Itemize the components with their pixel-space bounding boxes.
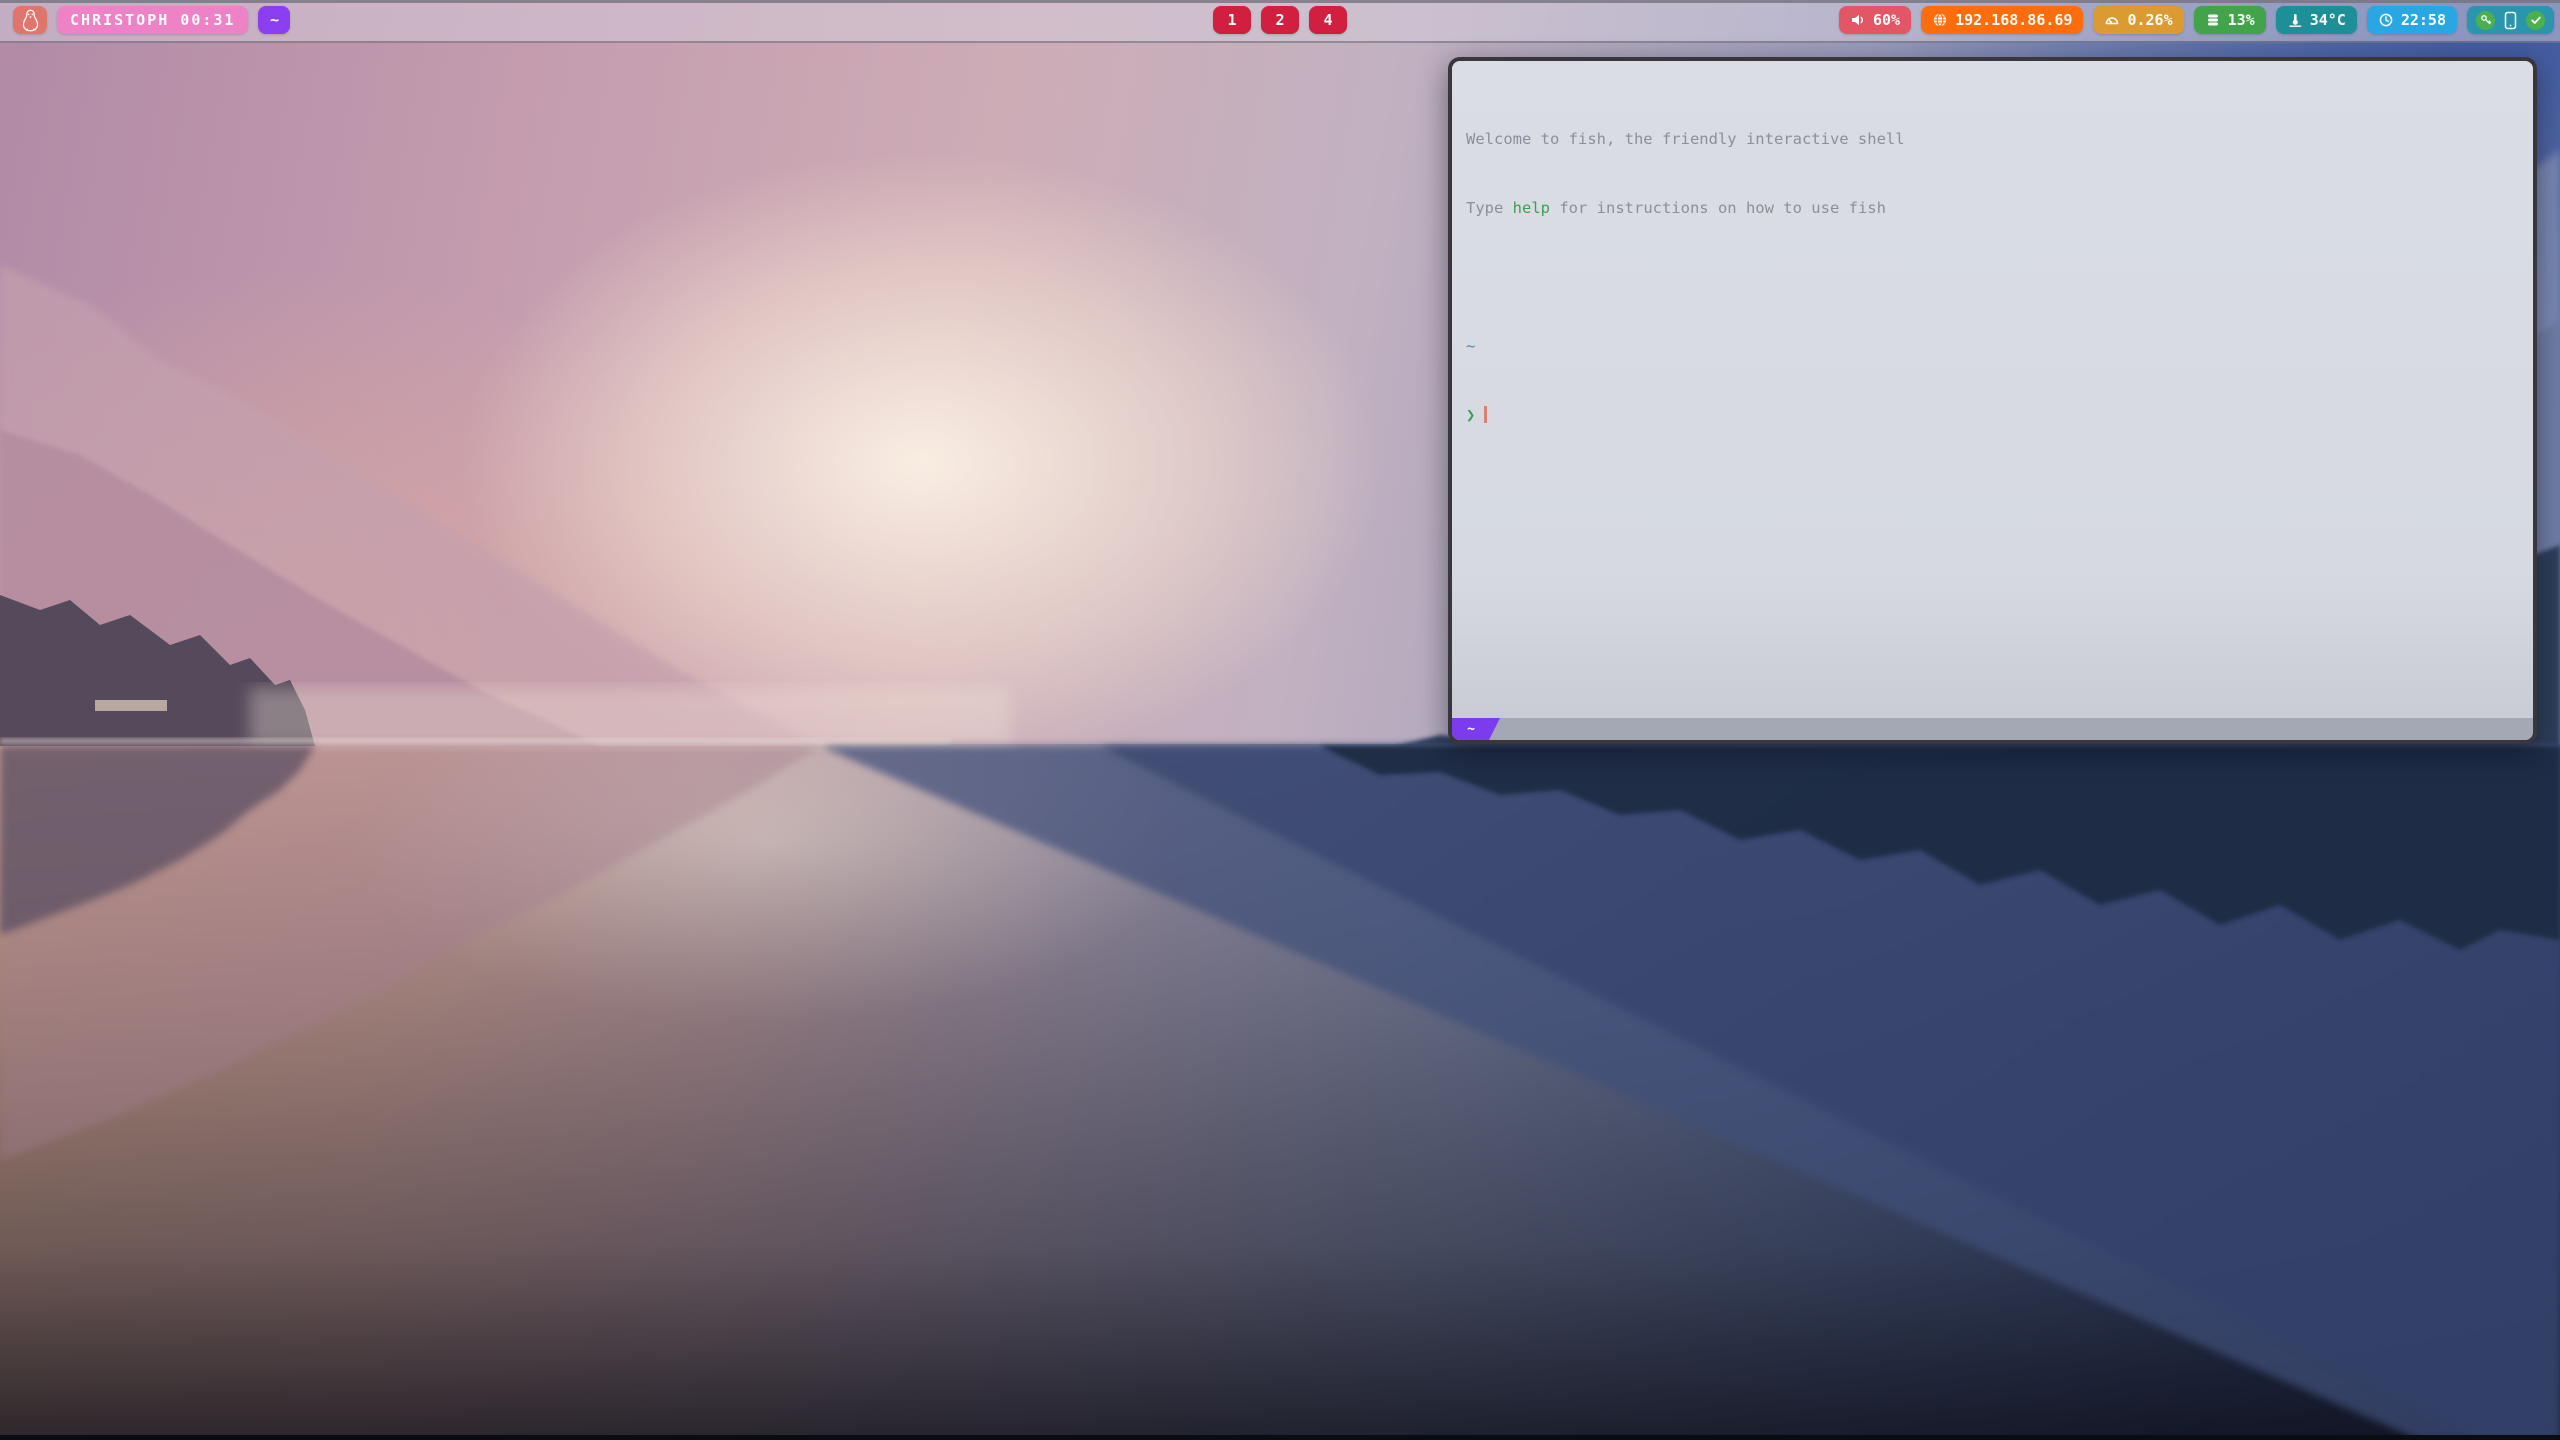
- terminal-tab-active[interactable]: ~: [1452, 718, 1500, 740]
- updates-ok-tray-item[interactable]: [2526, 11, 2545, 30]
- horizon-mist: [250, 688, 1010, 746]
- fish-greeting-line1: Welcome to fish, the friendly interactiv…: [1466, 128, 2519, 151]
- status-pills: 60% 192.168.86.69 0.26%: [1839, 6, 2554, 34]
- tux-penguin-icon: [21, 9, 40, 32]
- terminal-tab-label: ~: [1467, 722, 1475, 737]
- clock-icon: [2378, 12, 2394, 28]
- workspace-button-2[interactable]: 2: [1261, 6, 1299, 34]
- gauge-icon: [2104, 12, 2120, 28]
- greeting-text: Type: [1466, 199, 1513, 217]
- volume-pill[interactable]: 60%: [1839, 6, 1911, 34]
- workspace-label: 1: [1227, 11, 1236, 29]
- disk-pill[interactable]: 13%: [2194, 6, 2266, 34]
- terminal-content[interactable]: Welcome to fish, the friendly interactiv…: [1452, 61, 2533, 718]
- workspace-switcher: 1 2 4: [1213, 6, 1347, 34]
- disk-usage-value: 13%: [2228, 11, 2255, 29]
- desktop: CHRISTOPH 00:31 ~ 1 2 4 60%: [0, 0, 2560, 1440]
- prompt-path: ~: [1466, 335, 2519, 358]
- system-tray: [2467, 6, 2554, 34]
- ip-address: 192.168.86.69: [1955, 11, 2072, 29]
- prompt-line: ❯: [1466, 404, 2519, 427]
- launcher-button[interactable]: [13, 6, 47, 34]
- check-icon: [2530, 14, 2542, 26]
- phone-icon[interactable]: [2504, 11, 2517, 30]
- screen-edge-bottom: [0, 1435, 2560, 1440]
- layout-badge[interactable]: ~: [258, 6, 290, 34]
- prompt-symbol: ❯: [1466, 406, 1475, 424]
- key-icon: [2480, 14, 2492, 26]
- cpu-load-value: 0.26%: [2127, 11, 2172, 29]
- clock-pill[interactable]: 22:58: [2367, 6, 2457, 34]
- terminal-cursor: [1484, 406, 1487, 423]
- waterline-highlight: [0, 738, 950, 745]
- layout-label: ~: [270, 11, 279, 29]
- workspace-button-1[interactable]: 1: [1213, 6, 1251, 34]
- fish-greeting-line2: Type help for instructions on how to use…: [1466, 197, 2519, 220]
- terminal-window[interactable]: Welcome to fish, the friendly interactiv…: [1448, 57, 2537, 744]
- volume-value: 60%: [1873, 11, 1900, 29]
- workspace-label: 4: [1323, 11, 1332, 29]
- temperature-value: 34°C: [2310, 11, 2346, 29]
- speaker-icon: [1850, 12, 1866, 28]
- blank-line: [1466, 266, 2519, 289]
- temperature-pill[interactable]: 34°C: [2276, 6, 2357, 34]
- greeting-text: for instructions on how to use fish: [1550, 199, 1886, 217]
- top-bar: CHRISTOPH 00:31 ~ 1 2 4 60%: [0, 0, 2560, 43]
- bar-left-group: CHRISTOPH 00:31 ~: [13, 6, 290, 34]
- host-uptime-label: CHRISTOPH 00:31: [70, 11, 235, 29]
- keyring-tray-item[interactable]: [2476, 11, 2495, 30]
- workspace-label: 2: [1275, 11, 1284, 29]
- lakeside-dock: [95, 700, 167, 711]
- thermometer-icon: [2287, 12, 2303, 28]
- cpu-load-pill[interactable]: 0.26%: [2093, 6, 2183, 34]
- network-pill[interactable]: 192.168.86.69: [1921, 6, 2083, 34]
- help-keyword: help: [1513, 199, 1550, 217]
- workspace-button-4[interactable]: 4: [1309, 6, 1347, 34]
- globe-icon: [1932, 12, 1948, 28]
- terminal-tab-bar: ~: [1452, 718, 2533, 740]
- host-uptime-badge[interactable]: CHRISTOPH 00:31: [57, 6, 248, 34]
- clock-value: 22:58: [2401, 11, 2446, 29]
- database-icon: [2205, 12, 2221, 28]
